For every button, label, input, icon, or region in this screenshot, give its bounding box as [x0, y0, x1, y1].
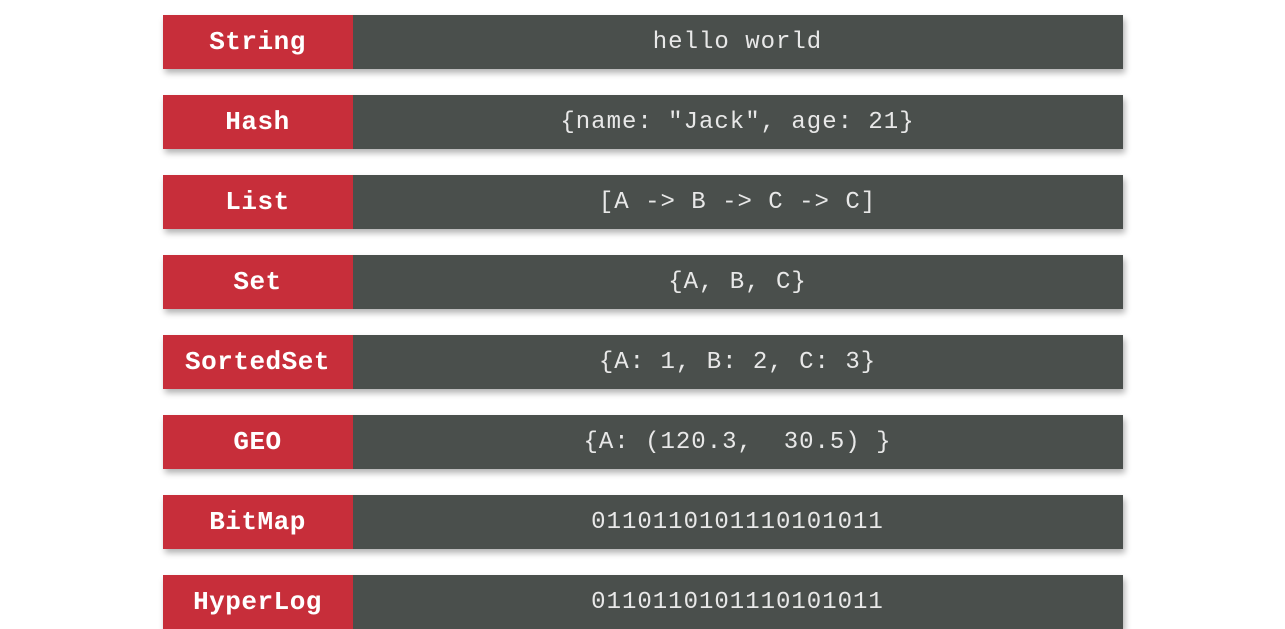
row-list: List [A -> B -> C -> C] — [163, 175, 1123, 229]
label-hash: Hash — [163, 95, 353, 149]
label-set: Set — [163, 255, 353, 309]
label-hyperlog: HyperLog — [163, 575, 353, 629]
value-set: {A, B, C} — [353, 255, 1123, 309]
label-string: String — [163, 15, 353, 69]
value-geo: {A: (120.3, 30.5) } — [353, 415, 1123, 469]
label-list: List — [163, 175, 353, 229]
data-types-container: String hello world Hash {name: "Jack", a… — [163, 15, 1123, 629]
row-hyperlog: HyperLog 0110110101110101011 — [163, 575, 1123, 629]
value-bitmap: 0110110101110101011 — [353, 495, 1123, 549]
value-hyperlog: 0110110101110101011 — [353, 575, 1123, 629]
value-list: [A -> B -> C -> C] — [353, 175, 1123, 229]
value-string: hello world — [353, 15, 1123, 69]
value-sortedset: {A: 1, B: 2, C: 3} — [353, 335, 1123, 389]
row-hash: Hash {name: "Jack", age: 21} — [163, 95, 1123, 149]
row-bitmap: BitMap 0110110101110101011 — [163, 495, 1123, 549]
row-set: Set {A, B, C} — [163, 255, 1123, 309]
label-sortedset: SortedSet — [163, 335, 353, 389]
label-geo: GEO — [163, 415, 353, 469]
row-geo: GEO {A: (120.3, 30.5) } — [163, 415, 1123, 469]
row-sortedset: SortedSet {A: 1, B: 2, C: 3} — [163, 335, 1123, 389]
label-bitmap: BitMap — [163, 495, 353, 549]
value-hash: {name: "Jack", age: 21} — [353, 95, 1123, 149]
row-string: String hello world — [163, 15, 1123, 69]
